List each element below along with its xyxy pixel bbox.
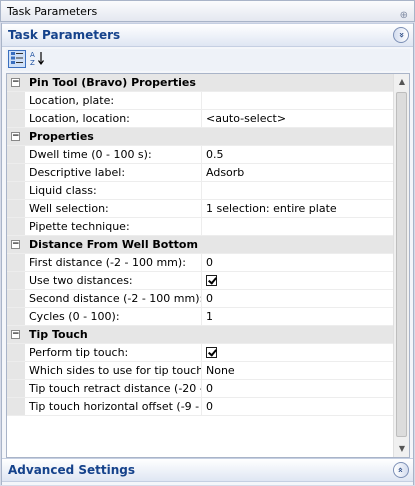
- property-name[interactable]: Which sides to use for tip touch:: [25, 362, 202, 379]
- property-row[interactable]: Cycles (0 - 100): 1: [7, 308, 394, 326]
- property-row[interactable]: Pipette technique:: [7, 218, 394, 236]
- row-gutter: [7, 362, 25, 379]
- property-value[interactable]: [202, 182, 394, 199]
- property-row[interactable]: First distance (-2 - 100 mm): 0: [7, 254, 394, 272]
- property-name[interactable]: Location, plate:: [25, 92, 202, 109]
- row-gutter: [7, 344, 25, 361]
- property-value[interactable]: 0: [202, 254, 394, 271]
- collapse-toggle-icon[interactable]: −: [11, 78, 20, 87]
- category-header[interactable]: − Pin Tool (Bravo) Properties: [7, 74, 394, 92]
- window-titlebar: Task Parameters ⊕: [0, 0, 415, 22]
- property-value[interactable]: [202, 272, 394, 289]
- alphabetical-sort-button[interactable]: A Z: [28, 50, 46, 68]
- svg-text:A: A: [30, 51, 35, 59]
- property-row[interactable]: Location, location: <auto-select>: [7, 110, 394, 128]
- property-row[interactable]: Dwell time (0 - 100 s): 0.5: [7, 146, 394, 164]
- window-title: Task Parameters: [7, 5, 98, 18]
- property-value[interactable]: None: [202, 362, 394, 379]
- row-gutter: [7, 164, 25, 181]
- section-title: Advanced Settings: [8, 463, 136, 477]
- row-gutter: [7, 200, 25, 217]
- property-value[interactable]: [202, 218, 394, 235]
- property-value[interactable]: 0: [202, 380, 394, 397]
- property-value[interactable]: 1: [202, 308, 394, 325]
- property-row[interactable]: Well selection: 1 selection: entire plate: [7, 200, 394, 218]
- category-header[interactable]: − Properties: [7, 128, 394, 146]
- svg-text:Z: Z: [30, 59, 35, 66]
- scroll-down-icon[interactable]: ▼: [394, 441, 409, 457]
- property-name[interactable]: Location, location:: [25, 110, 202, 127]
- row-gutter: [7, 182, 25, 199]
- property-name[interactable]: First distance (-2 - 100 mm):: [25, 254, 202, 271]
- property-name[interactable]: Perform tip touch:: [25, 344, 202, 361]
- property-grid-toolbar: A Z: [6, 49, 410, 71]
- row-gutter: [7, 218, 25, 235]
- property-value[interactable]: Adsorb: [202, 164, 394, 181]
- category-title: Properties: [29, 130, 94, 143]
- category-header[interactable]: − Tip Touch: [7, 326, 394, 344]
- property-name[interactable]: Cycles (0 - 100):: [25, 308, 202, 325]
- category-title: Tip Touch: [29, 328, 88, 341]
- property-row[interactable]: Location, plate:: [7, 92, 394, 110]
- scroll-up-icon[interactable]: ▲: [394, 74, 409, 90]
- categorized-view-button[interactable]: [8, 50, 26, 68]
- section-title: Task Parameters: [8, 28, 121, 42]
- category-title: Pin Tool (Bravo) Properties: [29, 76, 196, 89]
- property-name[interactable]: Tip touch horizontal offset (-9 - 5 mm):: [25, 398, 202, 415]
- property-value[interactable]: 0: [202, 290, 394, 307]
- checked-checkbox[interactable]: [206, 275, 217, 286]
- row-gutter: [7, 308, 25, 325]
- property-name[interactable]: Second distance (-2 - 100 mm):: [25, 290, 202, 307]
- scroll-thumb[interactable]: [396, 92, 407, 437]
- property-row[interactable]: Use two distances:: [7, 272, 394, 290]
- property-grid-rows: − Pin Tool (Bravo) Properties Location, pl…: [7, 74, 394, 416]
- property-name[interactable]: Use two distances:: [25, 272, 202, 289]
- property-name[interactable]: Descriptive label:: [25, 164, 202, 181]
- property-value[interactable]: [202, 92, 394, 109]
- row-gutter: [7, 272, 25, 289]
- advanced-settings-header[interactable]: Advanced Settings »: [2, 458, 413, 482]
- row-gutter: [7, 290, 25, 307]
- collapse-toggle-icon[interactable]: −: [11, 240, 20, 249]
- category-header[interactable]: − Distance From Well Bottom: [7, 236, 394, 254]
- property-name[interactable]: Well selection:: [25, 200, 202, 217]
- property-row[interactable]: Perform tip touch:: [7, 344, 394, 362]
- row-gutter: [7, 110, 25, 127]
- property-row[interactable]: Liquid class:: [7, 182, 394, 200]
- row-gutter: [7, 380, 25, 397]
- property-row[interactable]: Tip touch retract distance (-20 - 50 mm)…: [7, 380, 394, 398]
- property-value[interactable]: <auto-select>: [202, 110, 394, 127]
- row-gutter: [7, 146, 25, 163]
- property-value[interactable]: [202, 344, 394, 361]
- collapse-icon[interactable]: »: [393, 27, 409, 43]
- property-row[interactable]: Tip touch horizontal offset (-9 - 5 mm):…: [7, 398, 394, 416]
- property-row[interactable]: Second distance (-2 - 100 mm): 0: [7, 290, 394, 308]
- property-name[interactable]: Tip touch retract distance (-20 - 50 mm)…: [25, 380, 202, 397]
- vertical-scrollbar[interactable]: ▲ ▼: [393, 74, 409, 457]
- property-row[interactable]: Descriptive label: Adsorb: [7, 164, 394, 182]
- property-name[interactable]: Dwell time (0 - 100 s):: [25, 146, 202, 163]
- task-parameters-header[interactable]: Task Parameters »: [2, 23, 413, 47]
- property-value[interactable]: 1 selection: entire plate: [202, 200, 394, 217]
- alphabetical-icon: A Z: [30, 51, 44, 67]
- expand-icon[interactable]: »: [393, 462, 409, 478]
- property-value[interactable]: 0: [202, 398, 394, 415]
- property-name[interactable]: Liquid class:: [25, 182, 202, 199]
- property-row[interactable]: Which sides to use for tip touch: None: [7, 362, 394, 380]
- collapse-toggle-icon[interactable]: −: [11, 330, 20, 339]
- property-grid: − Pin Tool (Bravo) Properties Location, pl…: [6, 73, 410, 458]
- row-gutter: [7, 398, 25, 415]
- row-gutter: [7, 92, 25, 109]
- property-value[interactable]: 0.5: [202, 146, 394, 163]
- checked-checkbox[interactable]: [206, 347, 217, 358]
- row-gutter: [7, 254, 25, 271]
- categorized-icon: [11, 52, 23, 64]
- property-name[interactable]: Pipette technique:: [25, 218, 202, 235]
- category-title: Distance From Well Bottom: [29, 238, 198, 251]
- collapse-toggle-icon[interactable]: −: [11, 132, 20, 141]
- task-parameters-panel: Task Parameters » A Z − Pin Tool (Bravo) …: [1, 23, 414, 485]
